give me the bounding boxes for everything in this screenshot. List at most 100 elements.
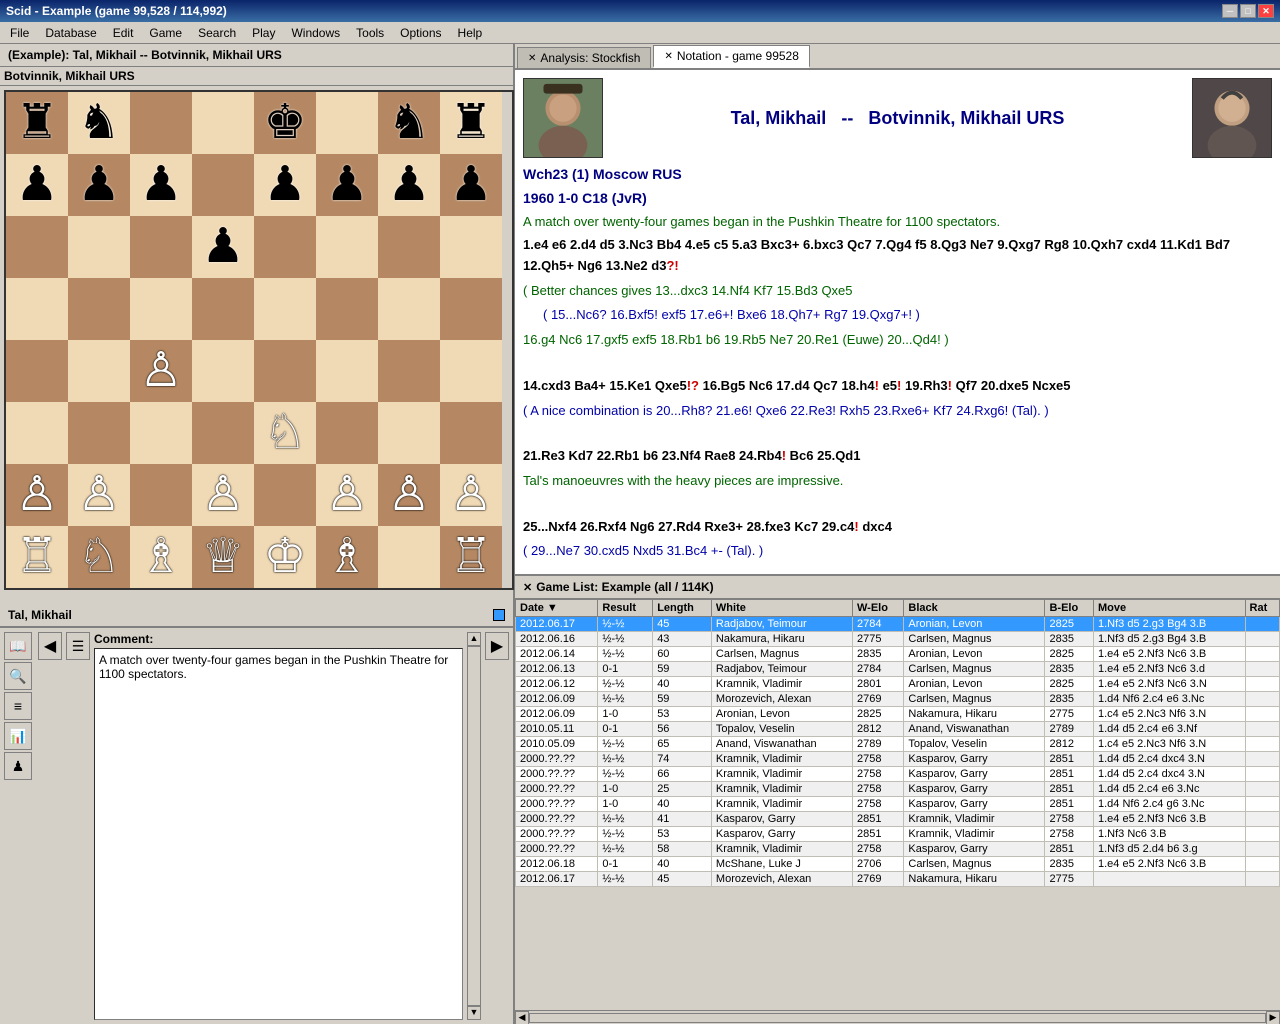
square-h8[interactable]: ♜ [440,92,502,154]
col-result[interactable]: Result [598,600,653,617]
game-list-close[interactable]: ✕ [523,581,532,594]
square-c8[interactable] [130,92,192,154]
square-d3[interactable] [192,402,254,464]
comment-scrollbar[interactable]: ▲ ▼ [467,632,481,1020]
square-f8[interactable] [316,92,378,154]
square-f6[interactable] [316,216,378,278]
square-h7[interactable]: ♟ [440,154,502,216]
col-white[interactable]: White [711,600,852,617]
table-row[interactable]: 2000.??.??½-½53Kasparov, Garry2851Kramni… [516,827,1280,842]
col-date[interactable]: Date ▼ [516,600,598,617]
chess-board[interactable]: ♜ ♞ ♚ ♞ ♜ ♟ ♟ ♟ ♟ ♟ ♟ ♟ [4,90,514,600]
square-d7[interactable] [192,154,254,216]
table-row[interactable]: 2000.??.??1-040Kramnik, Vladimir2758Kasp… [516,797,1280,812]
square-c5[interactable] [130,278,192,340]
scroll-right[interactable]: ▶ [1266,1011,1280,1024]
tab-notation[interactable]: ✕ Notation - game 99528 [653,45,809,68]
square-g7[interactable]: ♟ [378,154,440,216]
square-b3[interactable] [68,402,130,464]
scroll-left[interactable]: ◀ [515,1011,529,1024]
table-row[interactable]: 2000.??.??½-½41Kasparov, Garry2851Kramni… [516,812,1280,827]
zoom-icon[interactable]: 🔍 [4,662,32,690]
square-a6[interactable] [6,216,68,278]
menu-search[interactable]: Search [190,24,244,42]
square-h4[interactable] [440,340,502,402]
square-b7[interactable]: ♟ [68,154,130,216]
square-d6[interactable]: ♟ [192,216,254,278]
square-g1[interactable] [378,526,440,588]
comment-textbox[interactable]: A match over twenty-four games began in … [94,648,463,1020]
square-d8[interactable] [192,92,254,154]
table-row[interactable]: 2010.05.110-156Topalov, Veselin2812Anand… [516,722,1280,737]
tab-close-notation[interactable]: ✕ [664,51,672,62]
square-e8[interactable]: ♚ [254,92,316,154]
table-row[interactable]: 2000.??.??½-½74Kramnik, Vladimir2758Kasp… [516,752,1280,767]
scroll-down[interactable]: ▼ [467,1006,481,1020]
table-row[interactable]: 2012.06.09½-½59Morozevich, Alexan2769Car… [516,692,1280,707]
square-b6[interactable] [68,216,130,278]
table-row[interactable]: 2012.06.17½-½45Morozevich, Alexan2769Nak… [516,872,1280,887]
col-black[interactable]: Black [904,600,1045,617]
next-move-button[interactable]: ▶ [485,632,509,660]
square-h6[interactable] [440,216,502,278]
horizontal-scrollbar[interactable]: ◀ ▶ [515,1010,1280,1024]
square-d1[interactable]: ♕ [192,526,254,588]
list-icon[interactable]: ≡ [4,692,32,720]
square-g3[interactable] [378,402,440,464]
menu-edit[interactable]: Edit [105,24,142,42]
col-move[interactable]: Move [1093,600,1245,617]
square-d4[interactable] [192,340,254,402]
table-row[interactable]: 2010.05.09½-½65Anand, Viswanathan2789Top… [516,737,1280,752]
table-row[interactable]: 2012.06.130-159Radjabov, Teimour2784Carl… [516,662,1280,677]
table-row[interactable]: 2012.06.12½-½40Kramnik, Vladimir2801Aron… [516,677,1280,692]
menu-game[interactable]: Game [141,24,190,42]
square-b5[interactable] [68,278,130,340]
square-e6[interactable] [254,216,316,278]
col-welo[interactable]: W-Elo [853,600,904,617]
square-g8[interactable]: ♞ [378,92,440,154]
col-length[interactable]: Length [653,600,712,617]
table-row[interactable]: 2000.??.??1-025Kramnik, Vladimir2758Kasp… [516,782,1280,797]
square-f2[interactable]: ♙ [316,464,378,526]
maximize-button[interactable]: □ [1240,4,1256,18]
menu-tools[interactable]: Tools [348,24,392,42]
square-e7[interactable]: ♟ [254,154,316,216]
table-row[interactable]: 2012.06.180-140McShane, Luke J2706Carlse… [516,857,1280,872]
square-g6[interactable] [378,216,440,278]
square-b2[interactable]: ♙ [68,464,130,526]
square-a8[interactable]: ♜ [6,92,68,154]
square-h3[interactable] [440,402,502,464]
book-icon[interactable]: 📖 [4,632,32,660]
square-e4[interactable] [254,340,316,402]
prev-move-button[interactable]: ◀ [38,632,62,660]
tab-analysis[interactable]: ✕ Analysis: Stockfish [517,47,651,68]
square-h2[interactable]: ♙ [440,464,502,526]
square-b1[interactable]: ♘ [68,526,130,588]
square-a5[interactable] [6,278,68,340]
square-f5[interactable] [316,278,378,340]
square-c1[interactable]: ♗ [130,526,192,588]
square-c4[interactable]: ♙ [130,340,192,402]
square-c3[interactable] [130,402,192,464]
square-a2[interactable]: ♙ [6,464,68,526]
chart-icon[interactable]: 📊 [4,722,32,750]
square-f1[interactable]: ♗ [316,526,378,588]
table-row[interactable]: 2012.06.14½-½60Carlsen, Magnus2835Aronia… [516,647,1280,662]
square-e3[interactable]: ♘ [254,402,316,464]
table-row[interactable]: 2000.??.??½-½66Kramnik, Vladimir2758Kasp… [516,767,1280,782]
scroll-up[interactable]: ▲ [467,632,481,646]
square-c6[interactable] [130,216,192,278]
board-icon[interactable]: ♟ [4,752,32,780]
menu-file[interactable]: File [2,24,37,42]
square-a3[interactable] [6,402,68,464]
col-belo[interactable]: B-Elo [1045,600,1094,617]
table-row[interactable]: 2012.06.17½-½45Radjabov, Teimour2784Aron… [516,617,1280,632]
square-g5[interactable] [378,278,440,340]
game-table-scroll[interactable]: Date ▼ Result Length White W-Elo Black B… [515,599,1280,1010]
square-b8[interactable]: ♞ [68,92,130,154]
menu-options[interactable]: Options [392,24,449,42]
square-d5[interactable] [192,278,254,340]
square-h1[interactable]: ♖ [440,526,502,588]
tab-close-analysis[interactable]: ✕ [528,53,536,64]
square-e2[interactable] [254,464,316,526]
